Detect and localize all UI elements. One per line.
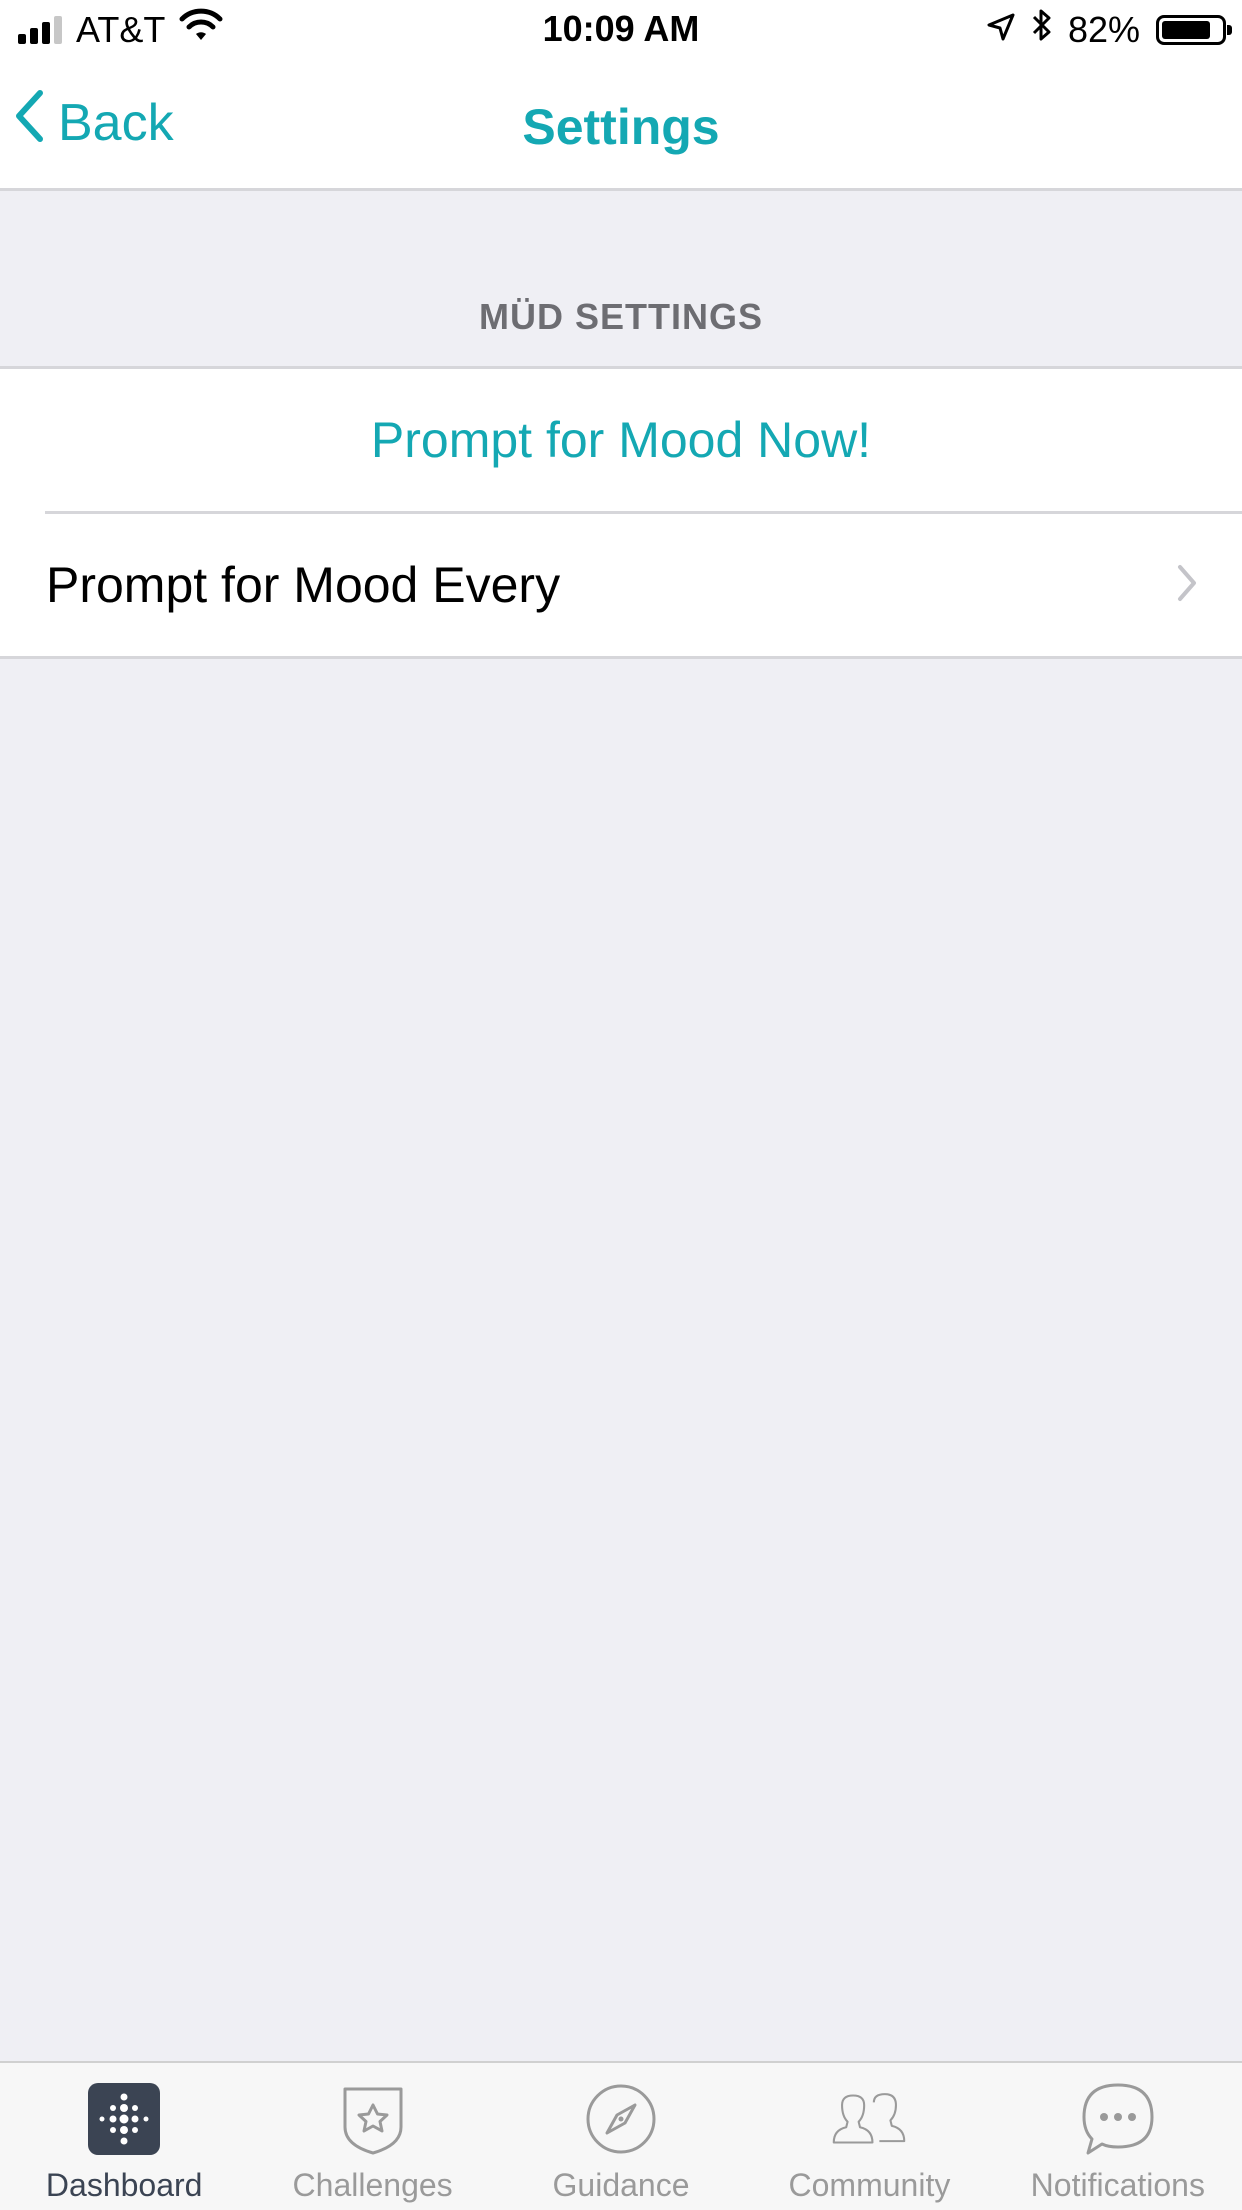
tab-challenges[interactable]: Challenges <box>248 2063 496 2210</box>
status-right: 82% <box>986 8 1232 51</box>
prompt-mood-every-row[interactable]: Prompt for Mood Every <box>0 514 1242 656</box>
chat-bubble-icon <box>1080 2081 1156 2157</box>
battery-level <box>1162 20 1210 39</box>
tab-bar: Dashboard Challenges Guidance Community … <box>0 2061 1242 2210</box>
settings-group: Prompt for Mood Now! Prompt for Mood Eve… <box>0 366 1242 659</box>
prompt-mood-now-label: Prompt for Mood Now! <box>370 412 872 468</box>
fitbit-dots-icon <box>86 2081 162 2157</box>
page-title: Settings <box>522 99 720 155</box>
tab-label: Guidance <box>552 2167 690 2203</box>
tab-notifications[interactable]: Notifications <box>994 2063 1242 2210</box>
prompt-mood-every-label: Prompt for Mood Every <box>46 557 561 613</box>
navigation-bar: Back Settings <box>0 60 1242 191</box>
tab-label: Dashboard <box>45 2167 203 2203</box>
tab-label: Community <box>788 2167 951 2203</box>
tab-community[interactable]: Community <box>745 2063 993 2210</box>
compass-icon <box>583 2081 659 2157</box>
prompt-mood-now-button[interactable]: Prompt for Mood Now! <box>0 369 1242 511</box>
battery-icon <box>1156 14 1232 45</box>
tab-guidance[interactable]: Guidance <box>497 2063 745 2210</box>
bluetooth-icon <box>1032 8 1052 51</box>
tab-dashboard[interactable]: Dashboard <box>0 2063 248 2210</box>
location-arrow-icon <box>986 9 1016 51</box>
battery-percent: 82% <box>1067 8 1140 50</box>
tab-label: Notifications <box>1030 2167 1205 2203</box>
status-bar: AT&T 10:09 AM 82% <box>0 0 1242 60</box>
tab-label: Challenges <box>292 2167 453 2203</box>
section-header: MÜD SETTINGS <box>478 296 763 337</box>
chevron-right-icon <box>1176 556 1198 614</box>
people-icon <box>831 2081 907 2157</box>
star-badge-icon <box>335 2081 411 2157</box>
